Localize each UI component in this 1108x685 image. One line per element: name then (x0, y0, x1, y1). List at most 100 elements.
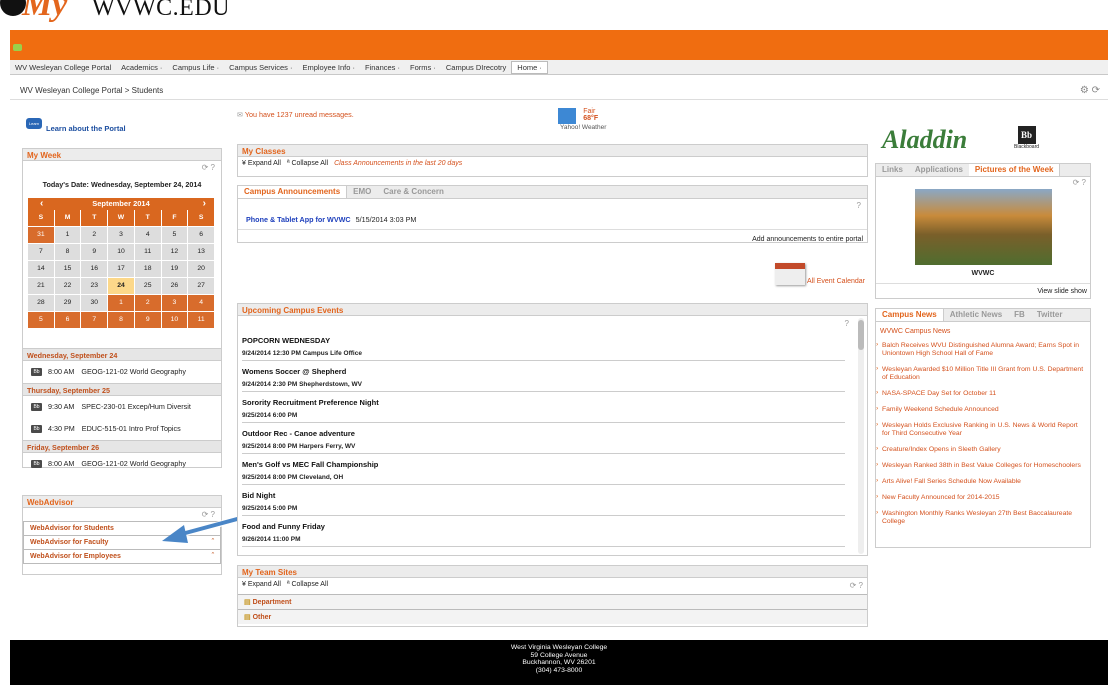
calendar-day[interactable]: 26 (161, 278, 188, 294)
team-site-item[interactable]: ▤ Department (238, 594, 867, 609)
collapse-all-button[interactable]: ª Collapse All (287, 160, 328, 167)
news-link[interactable]: Washington Monthly Ranks Wesleyan 27th B… (876, 506, 1090, 530)
news-link[interactable]: NASA-SPACE Day Set for October 11 (876, 386, 1090, 402)
nav-item[interactable]: Campus DIrecotry (441, 63, 511, 72)
news-link[interactable]: Balch Receives WVU Distinguished Alumna … (876, 338, 1090, 362)
calendar-day[interactable]: 25 (134, 278, 161, 294)
help-icon[interactable]: ? (238, 316, 867, 330)
calendar-day[interactable]: 6 (188, 227, 214, 243)
calendar-day[interactable]: 22 (54, 278, 81, 294)
events-scrollbar[interactable] (858, 318, 864, 554)
unread-messages-link[interactable]: ✉ You have 1237 unread messages. (237, 110, 354, 119)
nav-item[interactable]: Academics · (116, 63, 167, 72)
calendar-day[interactable]: 19 (161, 261, 188, 277)
calendar-day[interactable]: 12 (161, 244, 188, 260)
expand-all-button[interactable]: ¥ Expand All (242, 581, 281, 591)
news-link[interactable]: Family Weekend Schedule Announced (876, 402, 1090, 418)
tab[interactable]: Athletic News (944, 309, 1008, 321)
calendar-day[interactable]: 2 (81, 227, 108, 243)
news-link[interactable]: Creature/Index Opens in Sleeth Gallery (876, 442, 1090, 458)
event-item[interactable]: Outdoor Rec - Canoe adventure 9/25/2014 8… (242, 423, 845, 454)
calendar-day[interactable]: 7 (81, 312, 108, 328)
blackboard-logo[interactable]: Bb Blackboard (1014, 126, 1039, 150)
refresh-help-icon[interactable]: ⟳ ? (876, 177, 1090, 189)
calendar-day[interactable]: 18 (134, 261, 161, 277)
calendar-day[interactable]: 16 (81, 261, 108, 277)
calendar-day[interactable]: 24 (108, 278, 134, 294)
campus-photo[interactable] (914, 189, 1052, 265)
week-event[interactable]: Bb 4:30 PM EDUC-515-01 Intro Prof Topics (23, 418, 221, 440)
tab[interactable]: Pictures of the Week (968, 164, 1061, 176)
calendar-day[interactable]: 8 (108, 312, 134, 328)
calendar-day[interactable]: 7 (28, 244, 54, 260)
calendar-day[interactable]: 23 (81, 278, 108, 294)
event-item[interactable]: Womens Soccer @ Shepherd 9/24/2014 2:30 P… (242, 361, 845, 392)
event-item[interactable]: Bid Night 9/25/2014 5:00 PM (242, 485, 845, 516)
calendar-day[interactable]: 13 (188, 244, 214, 260)
news-link[interactable]: Wesleyan Holds Exclusive Ranking in U.S.… (876, 418, 1090, 442)
news-link[interactable]: Wesleyan Ranked 38th in Best Value Colle… (876, 458, 1090, 474)
calendar-day[interactable]: 5 (28, 312, 54, 328)
calendar-day[interactable]: 9 (134, 312, 161, 328)
calendar-day[interactable]: 27 (188, 278, 214, 294)
calendar-day[interactable]: 3 (108, 227, 134, 243)
event-item[interactable]: POPCORN WEDNESDAY 9/24/2014 12:30 PM Camp… (242, 330, 845, 361)
event-item[interactable]: Sorority Recruitment Preference Night 9/2… (242, 392, 845, 423)
nav-item[interactable]: Finances · (360, 63, 405, 72)
webadvisor-item[interactable]: WebAdvisor for Employees ˆ (23, 549, 221, 564)
calendar-day[interactable]: 8 (54, 244, 81, 260)
learn-portal-link[interactable]: Learn Learn about the Portal (26, 114, 126, 133)
team-site-item[interactable]: ▤ Other (238, 609, 867, 624)
week-event[interactable]: Bb 8:00 AM GEOG-121-02 World Geography (23, 453, 221, 475)
calendar-day[interactable]: 21 (28, 278, 54, 294)
calendar-day[interactable]: 1 (108, 295, 134, 311)
tab[interactable]: Campus Announcements (238, 186, 348, 198)
calendar-day[interactable]: 30 (81, 295, 108, 311)
calendar-day[interactable]: 28 (28, 295, 54, 311)
calendar-day[interactable]: 11 (188, 312, 214, 328)
announcement-link[interactable]: Phone & Tablet App for WVWC (246, 215, 351, 224)
calendar-day[interactable]: 4 (134, 227, 161, 243)
news-link[interactable]: Arts Alive! Fall Series Schedule Now Ava… (876, 474, 1090, 490)
slideshow-link[interactable]: View slide show (876, 283, 1090, 295)
help-icon[interactable]: ? (238, 199, 867, 215)
calendar-day[interactable]: 10 (108, 244, 134, 260)
nav-item[interactable]: Campus Life · (167, 63, 224, 72)
calendar-day[interactable]: 20 (188, 261, 214, 277)
calendar-day[interactable]: 17 (108, 261, 134, 277)
event-calendar-link[interactable]: All Event Calendar (775, 263, 865, 285)
prev-month-button[interactable]: ‹ (40, 198, 43, 210)
calendar-day[interactable]: 3 (161, 295, 188, 311)
calendar-day[interactable]: 14 (28, 261, 54, 277)
page-tools-icon[interactable]: ⚙ ⟳ (1080, 85, 1100, 96)
tab[interactable]: FB (1008, 309, 1031, 321)
collapse-all-button[interactable]: ª Collapse All (287, 581, 328, 591)
tab[interactable]: EMO (347, 186, 377, 198)
calendar-day[interactable]: 5 (161, 227, 188, 243)
calendar-day[interactable]: 11 (134, 244, 161, 260)
tab[interactable]: Care & Concern (377, 186, 449, 198)
calendar-day[interactable]: 9 (81, 244, 108, 260)
week-event[interactable]: Bb 9:30 AM SPEC-230-01 Excep/Hum Diversit (23, 396, 221, 418)
nav-item[interactable]: Forms · (405, 63, 441, 72)
nav-item[interactable]: WV Wesleyan College Portal (10, 63, 116, 72)
expand-all-button[interactable]: ¥ Expand All (242, 160, 281, 167)
calendar-day[interactable]: 15 (54, 261, 81, 277)
refresh-help-icon[interactable]: ⟳ ? (23, 161, 221, 174)
tab[interactable]: Links (876, 164, 909, 176)
aladdin-logo[interactable]: Aladdin (882, 125, 967, 155)
tab[interactable]: Applications (909, 164, 969, 176)
add-announcement-link[interactable]: Add announcements to entire portal (238, 229, 867, 243)
calendar-day[interactable]: 6 (54, 312, 81, 328)
tab[interactable]: Campus News (876, 309, 944, 321)
portal-logo[interactable]: My WVWC.EDU (0, 0, 300, 30)
next-month-button[interactable]: › (203, 198, 206, 210)
calendar-day[interactable]: 2 (134, 295, 161, 311)
nav-item[interactable]: Home · (511, 60, 548, 74)
app-icon[interactable] (13, 44, 22, 51)
tab[interactable]: Twitter (1031, 309, 1069, 321)
news-link[interactable]: Wesleyan Awarded $10 Million Title III G… (876, 362, 1090, 386)
refresh-help-icon[interactable]: ⟳ ? (850, 581, 863, 591)
nav-item[interactable]: Employee Info · (297, 63, 360, 72)
news-heading[interactable]: WVWC Campus News (876, 322, 1090, 338)
